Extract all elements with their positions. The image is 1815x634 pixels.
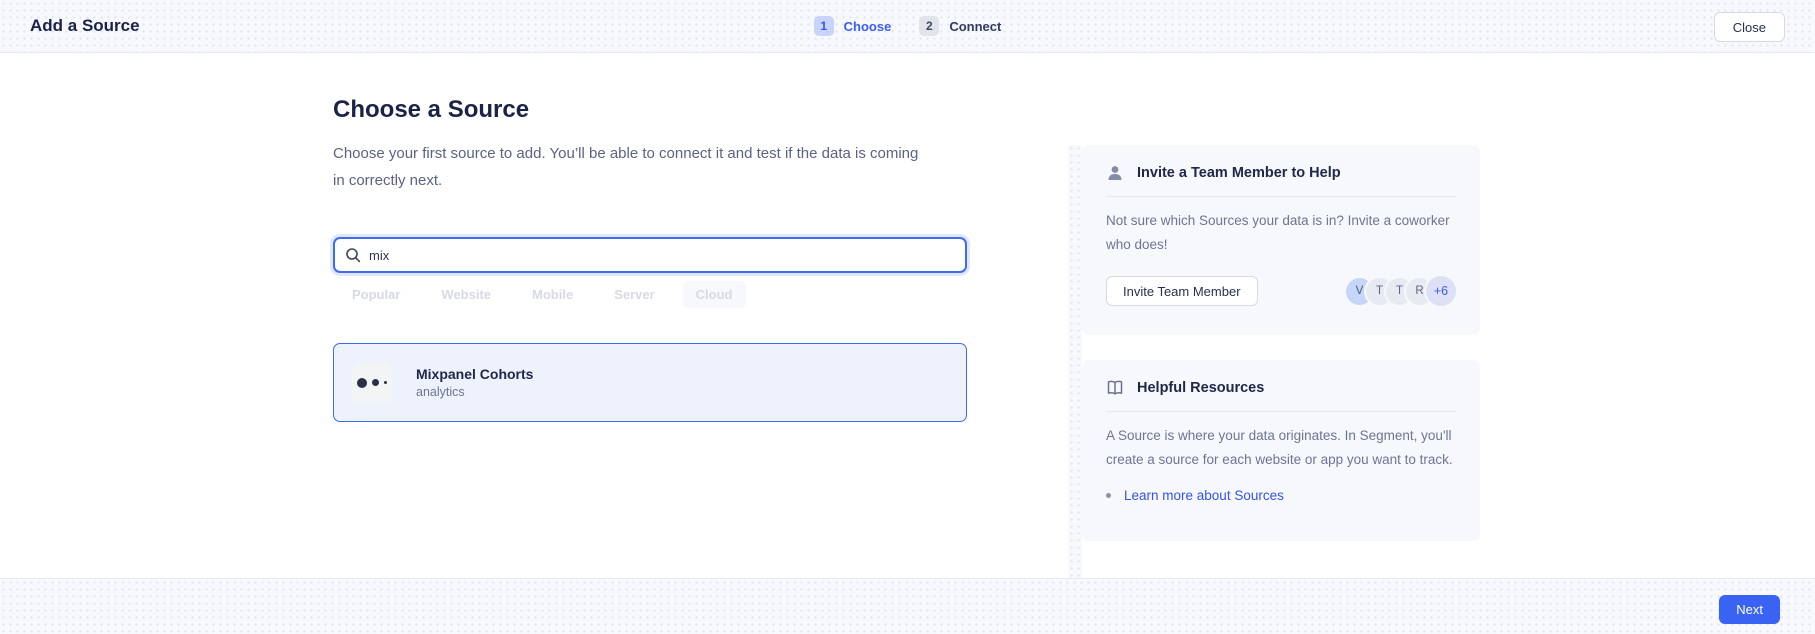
avatar-overflow-badge: +6 <box>1426 276 1456 306</box>
tab-server[interactable]: Server <box>614 287 654 302</box>
tab-popular[interactable]: Popular <box>352 287 400 302</box>
invite-actions-row: Invite Team Member V T T R +6 <box>1106 276 1456 306</box>
category-tabs: Popular Website Mobile Server Cloud <box>352 287 746 302</box>
source-search[interactable] <box>333 237 967 273</box>
tab-cloud[interactable]: Cloud <box>683 281 746 308</box>
sidebar-divider-strip <box>1068 145 1082 578</box>
stepper: 1 Choose 2 Connect <box>0 16 1815 36</box>
step-choose[interactable]: 1 Choose <box>814 16 892 36</box>
helpful-resources-card: Helpful Resources A Source is where your… <box>1082 360 1480 541</box>
person-icon <box>1106 164 1124 182</box>
step-connect[interactable]: 2 Connect <box>919 16 1001 36</box>
search-icon <box>345 247 361 263</box>
section-heading: Choose a Source <box>333 96 529 124</box>
resources-card-title: Helpful Resources <box>1137 380 1264 396</box>
resources-link-item: Learn more about Sources <box>1106 488 1456 503</box>
invite-card-body: Not sure which Sources your data is in? … <box>1106 209 1456 257</box>
source-result-mixpanel-cohorts[interactable]: Mixpanel Cohorts analytics <box>333 343 967 422</box>
step-2-label: Connect <box>949 19 1001 34</box>
tab-website[interactable]: Website <box>441 287 491 302</box>
resources-card-body: A Source is where your data originates. … <box>1106 424 1456 472</box>
next-button[interactable]: Next <box>1719 595 1780 624</box>
step-1-label: Choose <box>844 19 892 34</box>
invite-team-card: Invite a Team Member to Help Not sure wh… <box>1082 145 1480 335</box>
bullet-icon <box>1106 493 1111 498</box>
invite-card-header: Invite a Team Member to Help <box>1106 163 1456 183</box>
resources-card-header: Helpful Resources <box>1106 378 1456 398</box>
step-2-badge: 2 <box>919 16 939 36</box>
invite-card-title: Invite a Team Member to Help <box>1137 165 1341 181</box>
bottombar: Next <box>0 578 1815 634</box>
search-input[interactable] <box>369 239 955 271</box>
mixpanel-cohorts-logo-icon <box>352 363 392 403</box>
learn-more-sources-link[interactable]: Learn more about Sources <box>1124 488 1284 503</box>
step-1-badge: 1 <box>814 16 834 36</box>
divider <box>1106 411 1456 412</box>
close-button[interactable]: Close <box>1714 12 1785 42</box>
book-icon <box>1106 379 1124 397</box>
invite-team-member-button[interactable]: Invite Team Member <box>1106 276 1258 306</box>
section-description: Choose your first source to add. You’ll … <box>333 140 933 194</box>
divider <box>1106 196 1456 197</box>
source-name: Mixpanel Cohorts <box>416 366 533 382</box>
team-avatars: V T T R +6 <box>1346 276 1456 306</box>
tab-mobile[interactable]: Mobile <box>532 287 573 302</box>
result-text: Mixpanel Cohorts analytics <box>416 366 533 399</box>
topbar: Add a Source 1 Choose 2 Connect Close <box>0 0 1815 53</box>
source-category: analytics <box>416 385 533 399</box>
